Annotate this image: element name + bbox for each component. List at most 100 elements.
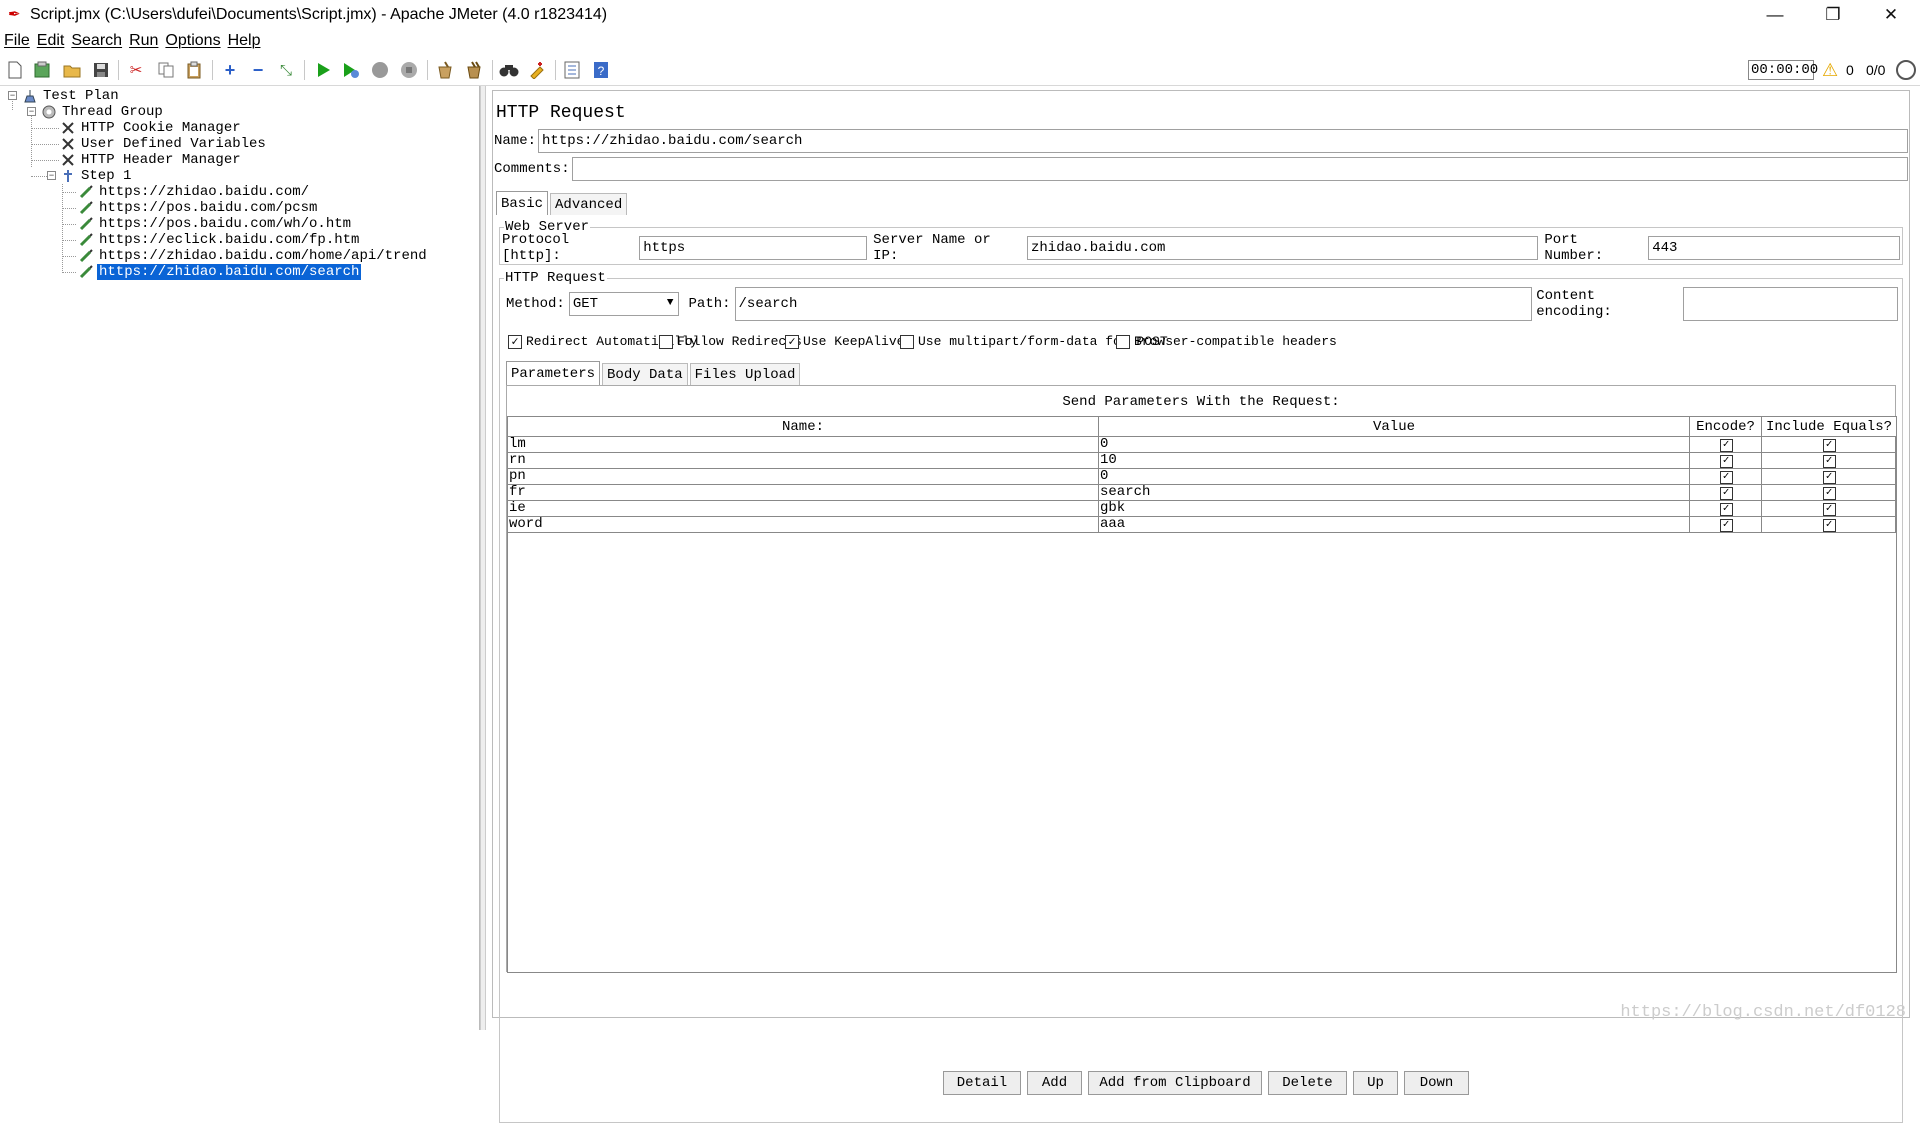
- comments-field[interactable]: [571, 157, 1908, 181]
- tree-node-sampler[interactable]: https://pos.baidu.com/wh/o.htm: [78, 216, 353, 232]
- param-value-cell[interactable]: search: [1099, 485, 1690, 501]
- table-row[interactable]: rn 10 ✓ ✓: [508, 453, 1896, 469]
- encode-cell[interactable]: ✓: [1690, 517, 1762, 533]
- include-equals-cell[interactable]: ✓: [1762, 469, 1896, 485]
- collapse-icon[interactable]: −: [247, 59, 269, 81]
- tree-node-thread-group[interactable]: Thread Group: [41, 104, 165, 120]
- menu-help[interactable]: Help: [228, 32, 261, 50]
- table-row[interactable]: ie gbk ✓ ✓: [508, 501, 1896, 517]
- column-header-name[interactable]: Name:: [508, 417, 1099, 437]
- protocol-field[interactable]: https: [639, 236, 868, 260]
- column-header-value[interactable]: Value: [1099, 417, 1690, 437]
- content-encoding-field[interactable]: [1682, 287, 1898, 321]
- shutdown-icon[interactable]: [398, 59, 420, 81]
- expand-icon[interactable]: +: [219, 59, 241, 81]
- include-equals-cell[interactable]: ✓: [1762, 517, 1896, 533]
- include-equals-cell[interactable]: ✓: [1762, 437, 1896, 453]
- function-helper-icon[interactable]: [561, 59, 583, 81]
- start-icon[interactable]: [312, 59, 334, 81]
- stop-icon[interactable]: [369, 59, 391, 81]
- tree-node-sampler[interactable]: https://pos.baidu.com/pcsm: [78, 200, 319, 216]
- menu-run[interactable]: Run: [129, 32, 158, 50]
- down-button[interactable]: Down: [1404, 1071, 1469, 1095]
- templates-icon[interactable]: [31, 59, 53, 81]
- tree-node-user-variables[interactable]: User Defined Variables: [60, 136, 268, 152]
- up-button[interactable]: Up: [1353, 1071, 1398, 1095]
- menu-edit[interactable]: Edit: [37, 32, 65, 50]
- param-name-cell[interactable]: fr: [508, 485, 1099, 501]
- encode-cell[interactable]: ✓: [1690, 469, 1762, 485]
- warning-icon[interactable]: ⚠: [1822, 60, 1838, 80]
- search-icon[interactable]: [498, 59, 520, 81]
- browser-compatible-headers-checkbox[interactable]: Browser-compatible headers: [1116, 334, 1337, 349]
- new-icon[interactable]: [4, 59, 26, 81]
- remote-globe-icon[interactable]: [1896, 60, 1916, 80]
- column-header-include-equals[interactable]: Include Equals?: [1762, 417, 1897, 437]
- encode-cell[interactable]: ✓: [1690, 501, 1762, 517]
- param-value-cell[interactable]: gbk: [1099, 501, 1690, 517]
- toggle-icon[interactable]: ⤡: [275, 59, 297, 81]
- help-icon[interactable]: ?: [590, 59, 612, 81]
- reset-search-icon[interactable]: [526, 59, 548, 81]
- table-row[interactable]: pn 0 ✓ ✓: [508, 469, 1896, 485]
- table-row[interactable]: lm 0 ✓ ✓: [508, 437, 1896, 453]
- tab-files-upload[interactable]: Files Upload: [689, 363, 801, 385]
- name-field[interactable]: https://zhidao.baidu.com/search: [538, 129, 1908, 153]
- test-plan-collapse-toggle[interactable]: −: [8, 91, 17, 100]
- method-select[interactable]: GET ▼: [568, 292, 679, 316]
- param-name-cell[interactable]: ie: [508, 501, 1099, 517]
- close-button[interactable]: ✕: [1862, 0, 1920, 30]
- include-equals-cell[interactable]: ✓: [1762, 453, 1896, 469]
- start-no-pauses-icon[interactable]: [340, 59, 362, 81]
- param-name-cell[interactable]: pn: [508, 469, 1099, 485]
- step-collapse-toggle[interactable]: −: [47, 171, 56, 180]
- tab-body-data[interactable]: Body Data: [602, 363, 688, 385]
- tab-basic[interactable]: Basic: [496, 191, 549, 215]
- param-value-cell[interactable]: 10: [1099, 453, 1690, 469]
- tree-node-sampler-selected[interactable]: https://zhidao.baidu.com/search: [78, 263, 363, 281]
- save-icon[interactable]: [90, 59, 112, 81]
- table-row[interactable]: word aaa ✓ ✓: [508, 517, 1896, 533]
- tab-advanced[interactable]: Advanced: [550, 193, 628, 215]
- detail-button[interactable]: Detail: [943, 1071, 1021, 1095]
- minimize-button[interactable]: —: [1746, 0, 1804, 30]
- open-icon[interactable]: [61, 59, 83, 81]
- param-name-cell[interactable]: word: [508, 517, 1099, 533]
- table-row[interactable]: fr search ✓ ✓: [508, 485, 1896, 501]
- add-button[interactable]: Add: [1027, 1071, 1082, 1095]
- encode-cell[interactable]: ✓: [1690, 485, 1762, 501]
- path-field[interactable]: /search: [734, 287, 1533, 321]
- use-keepalive-checkbox[interactable]: ✓ Use KeepAlive: [785, 334, 904, 349]
- paste-icon[interactable]: [183, 59, 205, 81]
- param-value-cell[interactable]: 0: [1099, 437, 1690, 453]
- tree-node-step[interactable]: Step 1: [60, 168, 133, 184]
- maximize-button[interactable]: ❐: [1804, 0, 1862, 30]
- param-value-cell[interactable]: 0: [1099, 469, 1690, 485]
- menu-file[interactable]: File: [4, 32, 30, 50]
- tab-parameters[interactable]: Parameters: [506, 361, 601, 385]
- copy-icon[interactable]: [155, 59, 177, 81]
- cut-icon[interactable]: ✂: [125, 59, 147, 81]
- clear-icon[interactable]: [434, 59, 456, 81]
- tree-node-sampler[interactable]: https://eclick.baidu.com/fp.htm: [78, 232, 361, 248]
- add-from-clipboard-button[interactable]: Add from Clipboard: [1088, 1071, 1262, 1095]
- thread-group-collapse-toggle[interactable]: −: [27, 107, 36, 116]
- include-equals-cell[interactable]: ✓: [1762, 485, 1896, 501]
- port-field[interactable]: 443: [1648, 236, 1900, 260]
- follow-redirects-checkbox[interactable]: Follow Redirects: [659, 334, 802, 349]
- tree-node-test-plan[interactable]: Test Plan: [22, 88, 121, 104]
- menu-search[interactable]: Search: [71, 32, 122, 50]
- tree-node-cookie-manager[interactable]: HTTP Cookie Manager: [60, 120, 243, 136]
- include-equals-cell[interactable]: ✓: [1762, 501, 1896, 517]
- server-field[interactable]: zhidao.baidu.com: [1027, 236, 1539, 260]
- delete-button[interactable]: Delete: [1268, 1071, 1347, 1095]
- tree-node-sampler[interactable]: https://zhidao.baidu.com/: [78, 184, 311, 200]
- param-name-cell[interactable]: rn: [508, 453, 1099, 469]
- tree-node-sampler[interactable]: https://zhidao.baidu.com/home/api/trend: [78, 248, 429, 264]
- clear-all-icon[interactable]: [463, 59, 485, 81]
- encode-cell[interactable]: ✓: [1690, 437, 1762, 453]
- menu-options[interactable]: Options: [165, 32, 220, 50]
- param-name-cell[interactable]: lm: [508, 437, 1099, 453]
- encode-cell[interactable]: ✓: [1690, 453, 1762, 469]
- param-value-cell[interactable]: aaa: [1099, 517, 1690, 533]
